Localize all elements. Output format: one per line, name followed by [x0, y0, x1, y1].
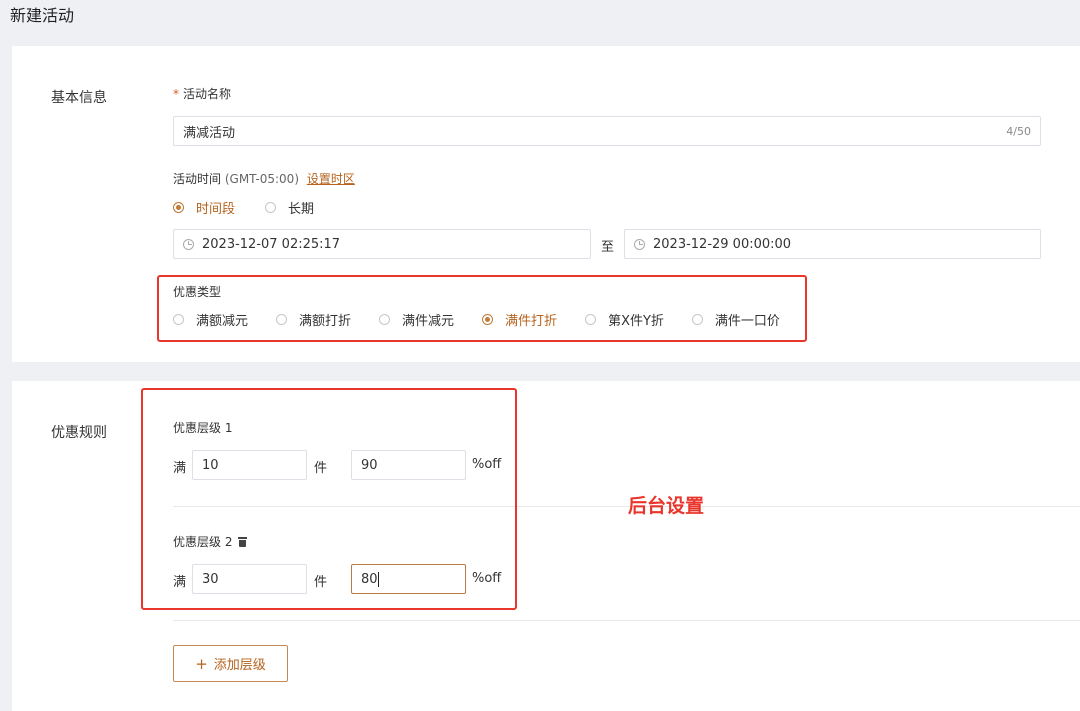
clock-icon: [634, 238, 645, 250]
start-date-input[interactable]: 2023-12-07 02:25:17: [173, 229, 591, 259]
radio-long-term-dot: [265, 202, 277, 213]
discount-tiers-highlight-box: [141, 388, 517, 610]
activity-name-label: * 活动名称: [173, 85, 231, 102]
end-date-input[interactable]: 2023-12-29 00:00:00: [624, 229, 1041, 259]
discount-type-highlight-box: [157, 275, 807, 342]
required-mark: *: [173, 87, 179, 101]
activity-name-label-text: 活动名称: [183, 87, 232, 101]
timezone-text: (GMT-05:00): [224, 172, 299, 186]
basic-info-section-label: 基本信息: [51, 90, 107, 106]
tier-divider: [173, 620, 1080, 621]
radio-long-term-label: 长期: [288, 202, 315, 217]
activity-name-value: 满减活动: [183, 125, 236, 141]
date-range-separator: 至: [601, 240, 615, 255]
activity-name-input[interactable]: 满减活动 4/50: [173, 116, 1041, 146]
set-timezone-link[interactable]: 设置时区: [307, 172, 355, 186]
time-mode-radio-group: 时间段 长期: [173, 198, 314, 217]
start-date-value: 2023-12-07 02:25:17: [202, 236, 341, 252]
discount-rules-section-label: 优惠规则: [51, 425, 107, 441]
activity-time-label: 活动时间 (GMT-05:00) 设置时区: [173, 170, 355, 187]
clock-icon: [183, 238, 194, 250]
radio-time-range[interactable]: 时间段: [173, 198, 235, 217]
activity-time-label-text: 活动时间: [173, 172, 222, 186]
add-tier-button-label: 添加层级: [213, 658, 266, 673]
end-date-value: 2023-12-29 00:00:00: [653, 236, 792, 252]
plus-icon: +: [195, 654, 208, 673]
add-tier-button[interactable]: + 添加层级: [173, 645, 288, 682]
page-title: 新建活动: [10, 6, 75, 25]
radio-time-range-dot: [173, 202, 184, 213]
activity-name-counter: 4/50: [1006, 124, 1031, 138]
annotation-text: 后台设置: [628, 495, 705, 517]
radio-time-range-label: 时间段: [196, 202, 236, 217]
radio-long-term[interactable]: 长期: [265, 198, 314, 217]
